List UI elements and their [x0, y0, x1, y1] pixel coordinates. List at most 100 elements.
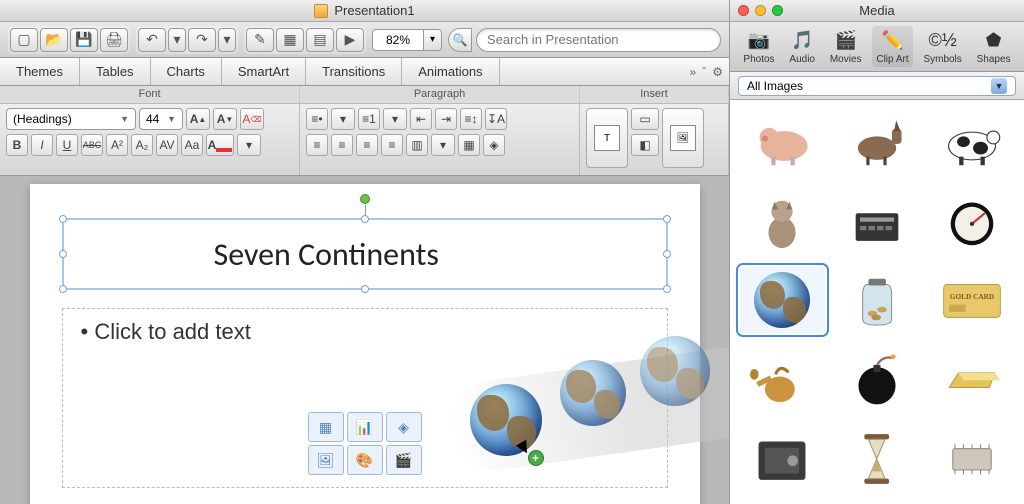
insert-picture-button[interactable]: 🖼 [662, 108, 704, 168]
tab-animations[interactable]: Animations [402, 58, 499, 85]
subscript-button[interactable]: A₂ [131, 134, 153, 156]
clip-cat[interactable] [740, 188, 825, 254]
align-right-button[interactable]: ≡ [356, 134, 378, 156]
tab-themes[interactable]: Themes [0, 58, 80, 85]
media-tab-movies[interactable]: 🎬Movies [826, 26, 866, 67]
clip-safe[interactable] [740, 426, 825, 492]
layout-button[interactable]: ▤ [306, 28, 334, 52]
insert-chart-icon[interactable]: 📊 [347, 412, 383, 442]
clip-bomb[interactable] [835, 347, 920, 413]
ribbon-settings-icon[interactable]: ⚙ [712, 65, 723, 79]
tab-transitions[interactable]: Transitions [306, 58, 402, 85]
insert-smartart-icon[interactable]: ◈ [386, 412, 422, 442]
body-placeholder-text[interactable]: Click to add text [81, 319, 649, 345]
open-button[interactable]: 📂 [40, 28, 68, 52]
globe-dragging[interactable] [470, 384, 542, 456]
clip-jar-coins[interactable] [835, 267, 920, 333]
font-color-button[interactable]: A [206, 134, 234, 156]
clip-gold-card[interactable]: GOLD CARD [929, 267, 1014, 333]
redo-dropdown[interactable]: ▾ [218, 28, 236, 52]
media-filter-select[interactable]: All Images ▼ [738, 76, 1016, 96]
clip-globe[interactable] [740, 267, 825, 333]
resize-handle[interactable] [59, 215, 67, 223]
search-input[interactable] [476, 28, 721, 52]
clip-cow[interactable] [929, 108, 1014, 174]
strike-button[interactable]: ABC [81, 134, 103, 156]
media-tab-symbols[interactable]: ©½Symbols [919, 26, 965, 67]
numbering-button[interactable]: ≡1 [358, 108, 380, 130]
new-doc-button[interactable]: ▢ [10, 28, 38, 52]
bullets-dropdown[interactable]: ▾ [331, 108, 355, 130]
font-family-combo[interactable]: (Headings)▼ [6, 108, 136, 130]
text-direction-button[interactable]: ↧A [485, 108, 507, 130]
smartart-convert-button[interactable]: ◈ [483, 134, 505, 156]
numbering-dropdown[interactable]: ▾ [383, 108, 407, 130]
zoom-input[interactable] [372, 29, 424, 51]
media-tab-shapes[interactable]: ⬟Shapes [973, 26, 1015, 67]
clipart-grid[interactable]: GOLD CARD [730, 100, 1024, 504]
insert-table-icon[interactable]: ▦ [308, 412, 344, 442]
clip-gold-bar[interactable] [929, 347, 1014, 413]
slideshow-button[interactable]: ▶ [336, 28, 364, 52]
clip-cpu-chip[interactable] [929, 426, 1014, 492]
redo-button[interactable]: ↷ [188, 28, 216, 52]
format-painter-button[interactable]: ✎ [246, 28, 274, 52]
resize-handle[interactable] [361, 285, 369, 293]
minimize-window-button[interactable] [755, 5, 766, 16]
clip-gauge[interactable] [929, 188, 1014, 254]
tabs-overflow[interactable]: » [690, 65, 697, 79]
insert-shape-button[interactable]: ▭ [631, 108, 659, 130]
slide-canvas[interactable]: Seven Continents Click to add text ▦ 📊 ◈… [0, 176, 729, 504]
resize-handle[interactable] [361, 215, 369, 223]
tab-tables[interactable]: Tables [80, 58, 151, 85]
rotate-handle[interactable] [360, 194, 370, 204]
insert-media-icon[interactable]: 🎬 [386, 445, 422, 475]
clip-pig[interactable] [740, 108, 825, 174]
change-case-button[interactable]: Aa [181, 134, 203, 156]
search-icon[interactable]: 🔍 [448, 28, 472, 52]
justify-button[interactable]: ≡ [381, 134, 403, 156]
bold-button[interactable]: B [6, 134, 28, 156]
undo-button[interactable]: ↶ [138, 28, 166, 52]
print-button[interactable]: 🖨 [100, 28, 128, 52]
resize-handle[interactable] [663, 215, 671, 223]
align-center-button[interactable]: ≡ [331, 134, 353, 156]
close-window-button[interactable] [738, 5, 749, 16]
font-color-dropdown[interactable]: ▾ [237, 134, 261, 156]
resize-handle[interactable] [663, 285, 671, 293]
zoom-window-button[interactable] [772, 5, 783, 16]
insert-textbox-button[interactable]: T [586, 108, 628, 168]
bullets-button[interactable]: ≡• [306, 108, 328, 130]
shrink-font-button[interactable]: A▼ [213, 108, 237, 130]
tab-smartart[interactable]: SmartArt [222, 58, 306, 85]
media-tab-clipart[interactable]: ✏️Clip Art [872, 26, 912, 67]
italic-button[interactable]: I [31, 134, 53, 156]
columns-button[interactable]: ▥ [406, 134, 428, 156]
clip-cash-register[interactable] [835, 188, 920, 254]
undo-dropdown[interactable]: ▾ [168, 28, 186, 52]
zoom-control[interactable]: ▾ [372, 29, 442, 51]
increase-indent-button[interactable]: ⇥ [435, 108, 457, 130]
columns-dropdown[interactable]: ▾ [431, 134, 455, 156]
decrease-indent-button[interactable]: ⇤ [410, 108, 432, 130]
resize-handle[interactable] [663, 250, 671, 258]
collapse-ribbon[interactable]: ˆ [702, 65, 706, 79]
font-size-combo[interactable]: 44▼ [139, 108, 183, 130]
title-placeholder[interactable]: Seven Continents [62, 218, 668, 290]
align-text-button[interactable]: ▦ [458, 134, 480, 156]
slide-title-text[interactable]: Seven Continents [64, 235, 439, 274]
media-tab-photos[interactable]: 📷Photos [739, 26, 778, 67]
resize-handle[interactable] [59, 250, 67, 258]
zoom-dropdown[interactable]: ▾ [424, 29, 442, 51]
view-button[interactable]: ▦ [276, 28, 304, 52]
media-tab-audio[interactable]: 🎵Audio [785, 26, 819, 67]
grow-font-button[interactable]: A▲ [186, 108, 210, 130]
line-spacing-button[interactable]: ≡↕ [460, 108, 482, 130]
clip-hourglass[interactable] [835, 426, 920, 492]
superscript-button[interactable]: A² [106, 134, 128, 156]
clear-format-button[interactable]: A⌫ [240, 108, 264, 130]
clip-watering-can[interactable] [740, 347, 825, 413]
save-button[interactable]: 💾 [70, 28, 98, 52]
align-left-button[interactable]: ≡ [306, 134, 328, 156]
char-spacing-button[interactable]: AV [156, 134, 178, 156]
